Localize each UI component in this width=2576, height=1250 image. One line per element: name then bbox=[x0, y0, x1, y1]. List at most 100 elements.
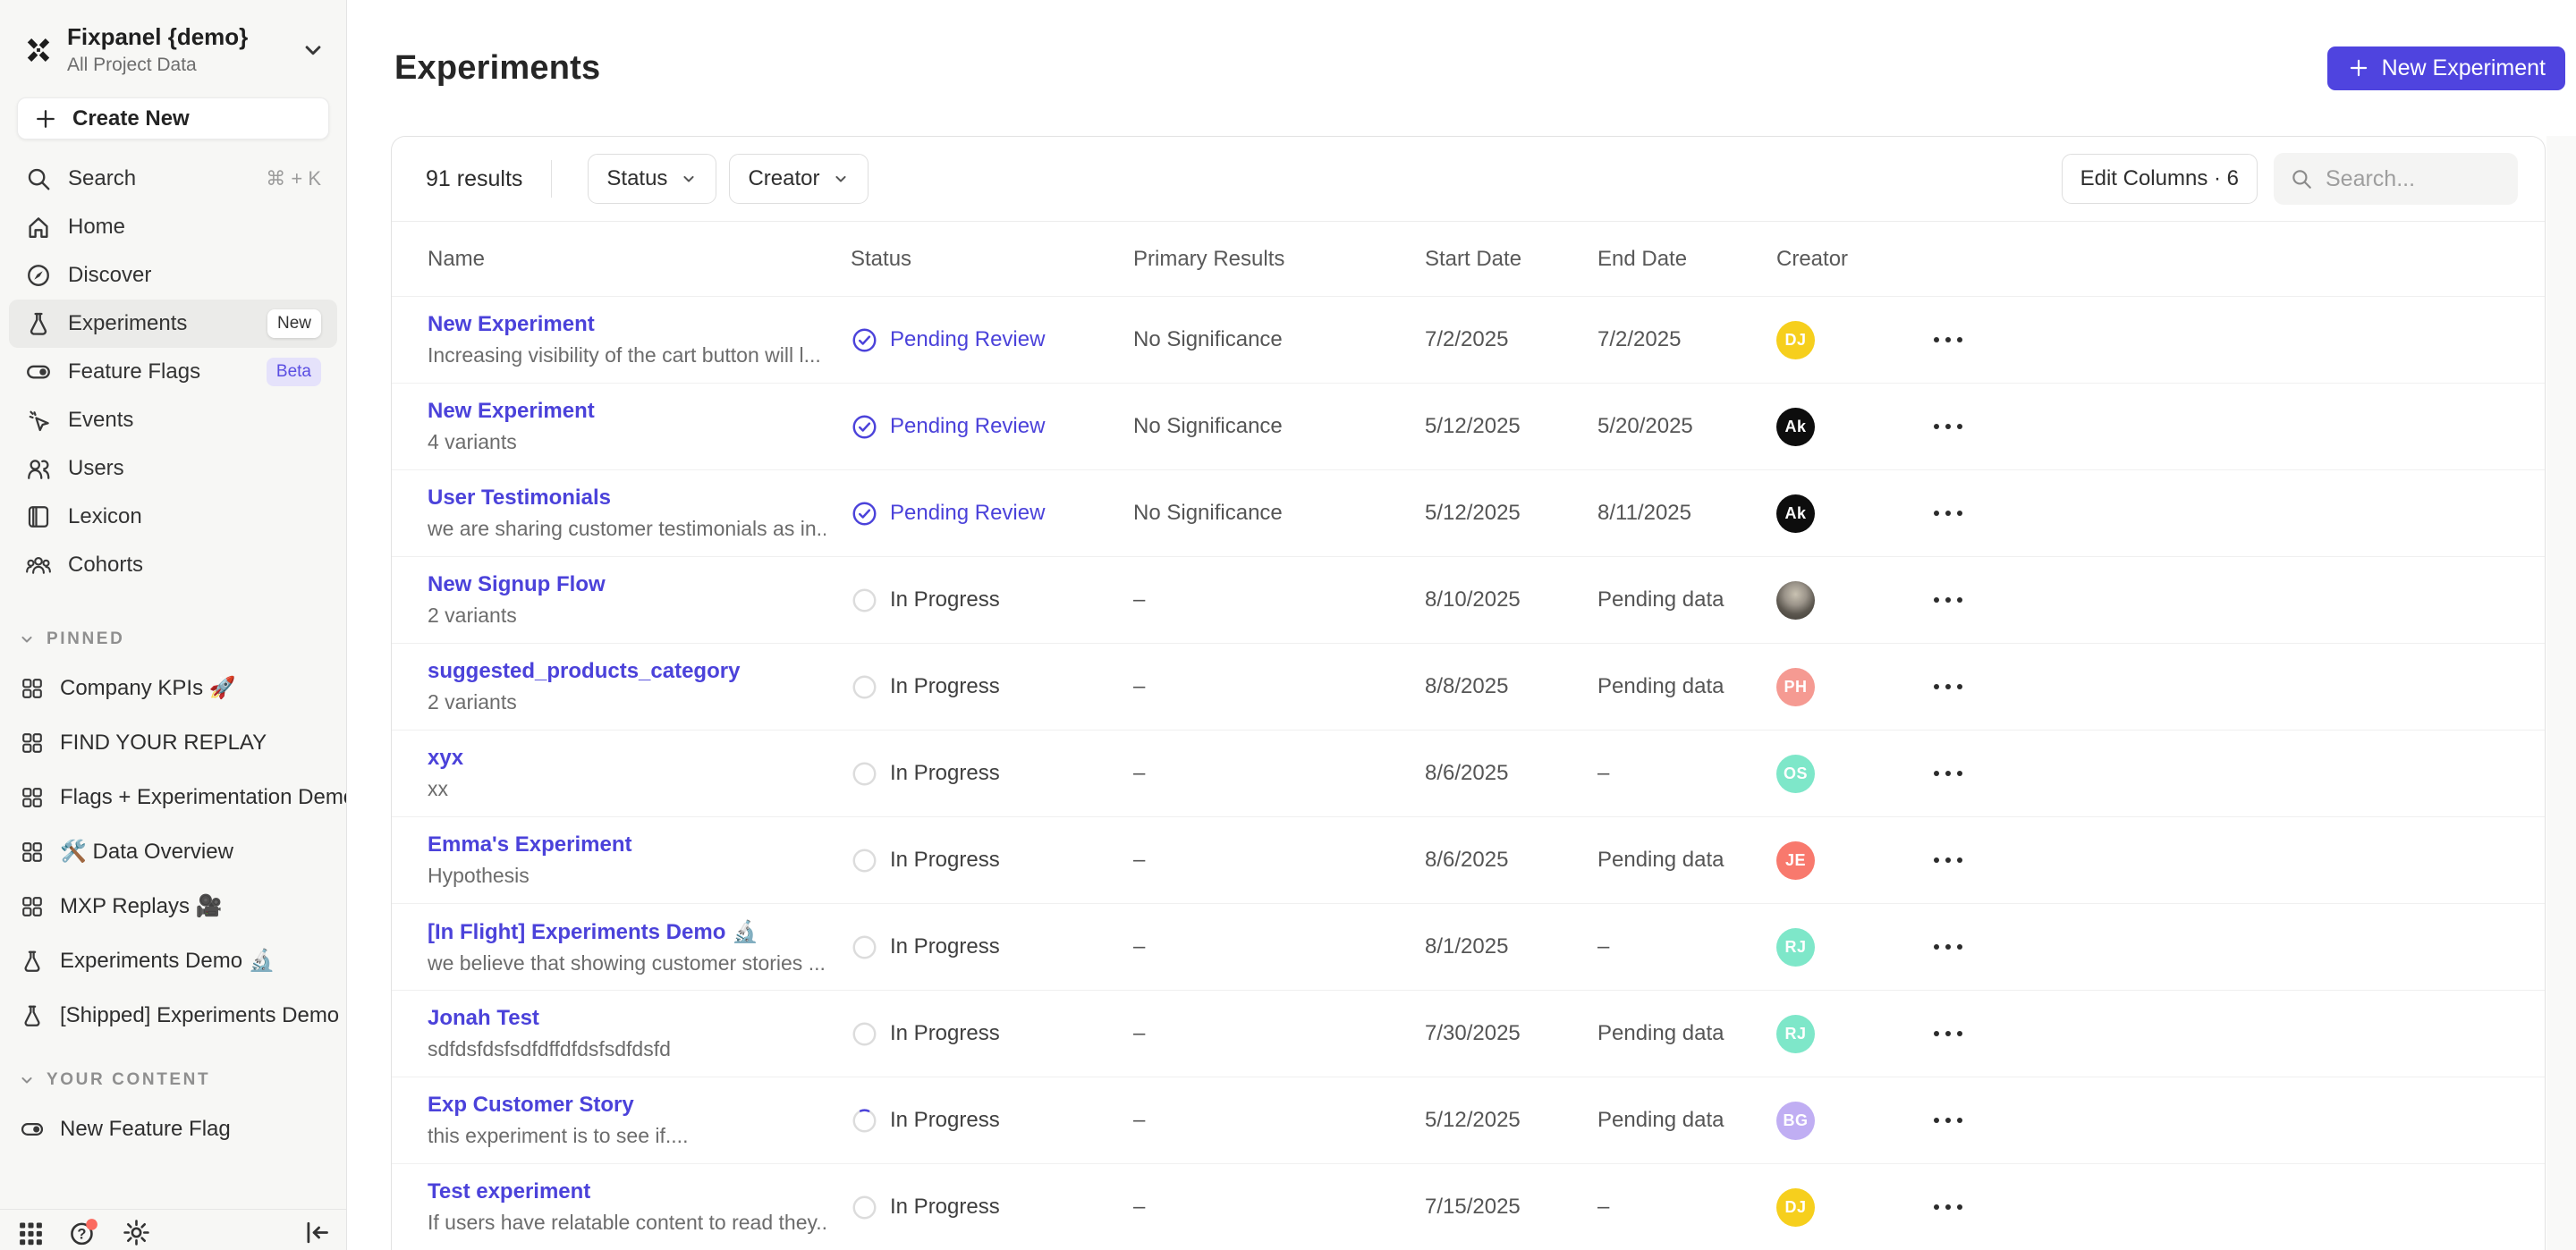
sidebar-item-search[interactable]: Search⌘ + K bbox=[9, 155, 337, 203]
sidebar-item-discover[interactable]: Discover bbox=[9, 251, 337, 300]
avatar[interactable]: OS bbox=[1776, 755, 1815, 793]
workspace-switcher[interactable]: Fixpanel {demo} All Project Data bbox=[0, 0, 346, 76]
apps-grid-icon[interactable] bbox=[16, 1218, 46, 1247]
status-label: In Progress bbox=[890, 848, 1000, 873]
primary-results-cell: – bbox=[1133, 848, 1425, 873]
edit-columns-button[interactable]: Edit Columns · 6 bbox=[2062, 154, 2258, 204]
name-cell: New Signup Flow2 variants bbox=[428, 572, 851, 628]
experiment-link[interactable]: User Testimonials bbox=[428, 486, 826, 511]
sidebar-item-shipped-experiments-demo[interactable]: [Shipped] Experiments Demo 🖊️ bbox=[0, 988, 346, 1043]
search-input[interactable] bbox=[2326, 166, 2502, 192]
row-menu-button[interactable] bbox=[1919, 842, 2545, 878]
create-new-button[interactable]: Create New bbox=[17, 97, 329, 139]
settings-gear-icon[interactable] bbox=[122, 1218, 151, 1247]
experiment-description: we are sharing customer testimonials as … bbox=[428, 517, 826, 541]
experiment-link[interactable]: New Signup Flow bbox=[428, 572, 826, 597]
sidebar-item-home[interactable]: Home bbox=[9, 203, 337, 251]
sidebar-item-experiments[interactable]: ExperimentsNew bbox=[9, 300, 337, 348]
experiment-link[interactable]: New Experiment bbox=[428, 312, 826, 337]
table-row: Emma's ExperimentHypothesisIn Progress–8… bbox=[392, 816, 2545, 903]
experiment-link[interactable]: [In Flight] Experiments Demo 🔬 bbox=[428, 919, 826, 945]
sidebar-item-label: Home bbox=[68, 215, 125, 240]
row-menu-button[interactable] bbox=[1919, 495, 2545, 531]
name-cell: Exp Customer Storythis experiment is to … bbox=[428, 1093, 851, 1148]
avatar[interactable]: JE bbox=[1776, 841, 1815, 880]
dot bbox=[1945, 337, 1951, 342]
experiment-link[interactable]: Test experiment bbox=[428, 1179, 826, 1204]
sidebar-item-label: Cohorts bbox=[68, 553, 143, 578]
sidebar-item-experiments-demo[interactable]: Experiments Demo 🔬 bbox=[0, 933, 346, 988]
sidebar-nav: Search⌘ + K Home DiscoverExperimentsNewFea… bbox=[0, 155, 346, 589]
sidebar-item-cohorts[interactable]: Cohorts bbox=[9, 541, 337, 589]
section-header[interactable]: YOUR CONTENT bbox=[0, 1069, 346, 1091]
avatar[interactable]: Ak bbox=[1776, 494, 1815, 533]
row-menu-button[interactable] bbox=[1919, 322, 2545, 358]
end-date-cell: – bbox=[1597, 761, 1776, 786]
row-menu-button[interactable] bbox=[1919, 929, 2545, 965]
avatar[interactable]: RJ bbox=[1776, 1015, 1815, 1053]
avatar[interactable]: RJ bbox=[1776, 928, 1815, 967]
experiment-link[interactable]: suggested_products_category bbox=[428, 659, 826, 684]
row-menu-button[interactable] bbox=[1919, 409, 2545, 444]
row-menu-button[interactable] bbox=[1919, 669, 2545, 705]
collapse-sidebar-icon[interactable] bbox=[302, 1218, 332, 1247]
experiment-link[interactable]: xyx bbox=[428, 746, 826, 771]
section-items: New Feature Flag bbox=[0, 1102, 346, 1156]
status-filter[interactable]: Status bbox=[588, 154, 716, 204]
sidebar-item-lexicon[interactable]: Lexicon bbox=[9, 493, 337, 541]
sidebar-item-new-feature-flag[interactable]: New Feature Flag bbox=[0, 1102, 346, 1156]
row-menu-button[interactable] bbox=[1919, 756, 2545, 791]
dot bbox=[1934, 684, 1939, 689]
end-date-cell: 5/20/2025 bbox=[1597, 414, 1776, 439]
creator-cell: DJ bbox=[1776, 321, 1919, 359]
status-filter-label: Status bbox=[606, 166, 667, 191]
experiment-link[interactable]: Exp Customer Story bbox=[428, 1093, 826, 1118]
experiment-link[interactable]: Jonah Test bbox=[428, 1006, 826, 1031]
avatar[interactable]: BG bbox=[1776, 1102, 1815, 1140]
sidebar-item-events[interactable]: Events bbox=[9, 396, 337, 444]
sidebar-item-label: Users bbox=[68, 456, 124, 481]
status-cell: Pending Review bbox=[851, 500, 1133, 528]
row-menu-button[interactable] bbox=[1919, 1016, 2545, 1052]
row-menu-button[interactable] bbox=[1919, 582, 2545, 618]
avatar[interactable]: DJ bbox=[1776, 321, 1815, 359]
dot bbox=[1934, 511, 1939, 516]
column-header-end-date: End Date bbox=[1597, 247, 1776, 272]
experiment-link[interactable]: New Experiment bbox=[428, 399, 826, 424]
sidebar-item-label: Search bbox=[68, 166, 136, 191]
sidebar-item-data-overview[interactable]: 🛠️ Data Overview bbox=[0, 824, 346, 879]
status-label: In Progress bbox=[890, 1195, 1000, 1220]
creator-cell: RJ bbox=[1776, 928, 1919, 967]
sidebar-item-users[interactable]: Users bbox=[9, 444, 337, 493]
creator-cell: BG bbox=[1776, 1102, 1919, 1140]
book-icon bbox=[25, 503, 52, 530]
creator-cell: JE bbox=[1776, 841, 1919, 880]
status-review-icon bbox=[851, 413, 878, 441]
sidebar-item-mxp-replays[interactable]: MXP Replays 🎥 bbox=[0, 879, 346, 933]
avatar[interactable]: PH bbox=[1776, 668, 1815, 706]
sidebar-item-feature-flags[interactable]: Feature FlagsBeta bbox=[9, 348, 337, 396]
sidebar-item-company-kpis[interactable]: Company KPIs 🚀 bbox=[0, 661, 346, 715]
sidebar-item-find-your-replay[interactable]: FIND YOUR REPLAY bbox=[0, 715, 346, 770]
help-icon[interactable]: ? bbox=[69, 1218, 98, 1247]
dot bbox=[1934, 337, 1939, 342]
row-menu-button[interactable] bbox=[1919, 1189, 2545, 1225]
column-header-status: Status bbox=[851, 247, 1133, 272]
avatar[interactable] bbox=[1776, 581, 1815, 620]
creator-cell: RJ bbox=[1776, 1015, 1919, 1053]
status-label: In Progress bbox=[890, 674, 1000, 699]
status-label: Pending Review bbox=[890, 327, 1045, 352]
actions-cell bbox=[1919, 409, 2545, 444]
sidebar-item-flags-experimentation-demo[interactable]: Flags + Experimentation Demo 🎛️ bbox=[0, 770, 346, 824]
section-header[interactable]: PINNED bbox=[0, 629, 346, 650]
row-menu-button[interactable] bbox=[1919, 1102, 2545, 1138]
create-new-label: Create New bbox=[72, 106, 190, 131]
experiment-link[interactable]: Emma's Experiment bbox=[428, 832, 826, 857]
creator-filter[interactable]: Creator bbox=[729, 154, 869, 204]
avatar[interactable]: DJ bbox=[1776, 1188, 1815, 1227]
avatar[interactable]: Ak bbox=[1776, 408, 1815, 446]
status-cell: In Progress bbox=[851, 847, 1133, 874]
scroll-gutter bbox=[2546, 136, 2576, 1250]
sidebar-item-label: [Shipped] Experiments Demo 🖊️ bbox=[60, 1002, 346, 1028]
new-experiment-button[interactable]: New Experiment bbox=[2327, 46, 2565, 90]
